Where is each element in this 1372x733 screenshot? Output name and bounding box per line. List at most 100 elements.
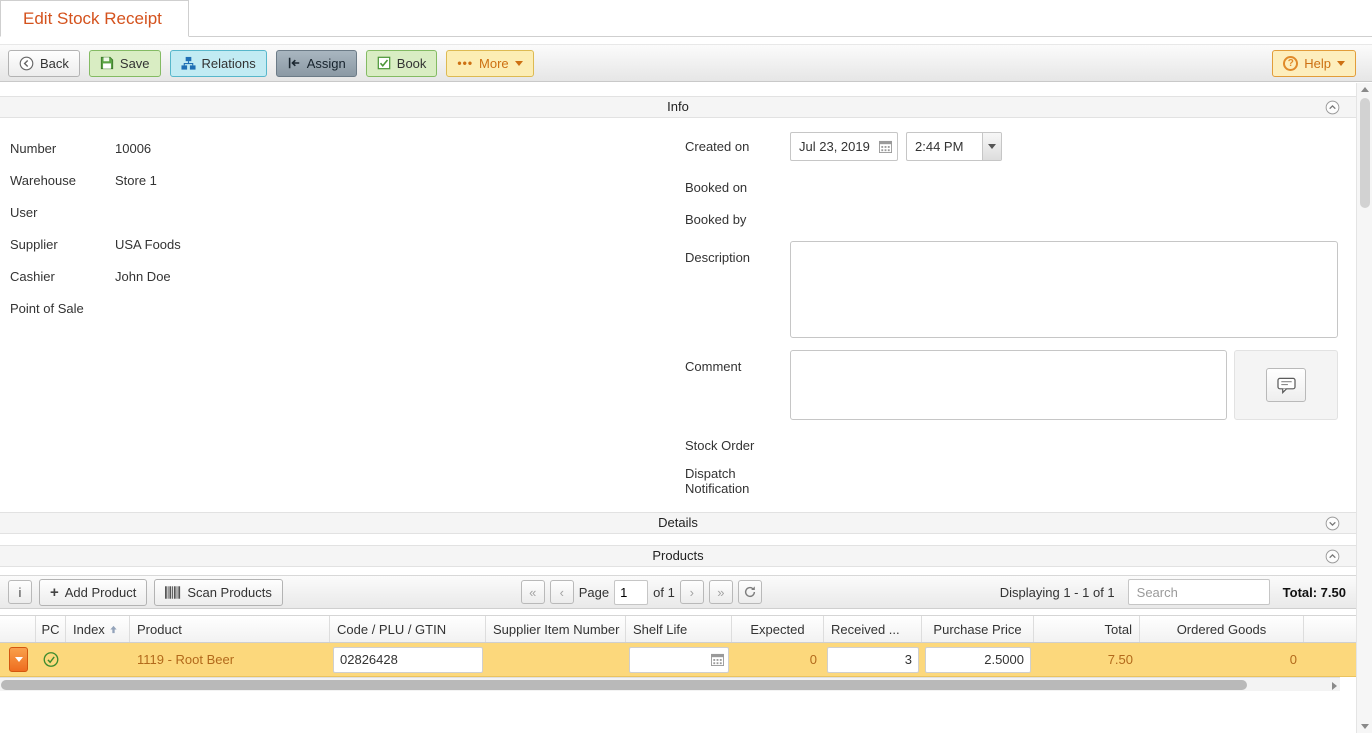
received-quantity-input[interactable]: [827, 647, 919, 673]
next-page-button[interactable]: ›: [680, 580, 704, 604]
calendar-icon[interactable]: [711, 653, 724, 666]
product-row[interactable]: 1119 - Root Beer 0 7.50 0: [0, 643, 1356, 677]
previous-page-button[interactable]: ‹: [550, 580, 574, 604]
created-on-row: Created on Jul 23, 2019 2:44 PM: [685, 132, 1346, 161]
column-header-ordered-goods[interactable]: Ordered Goods: [1140, 616, 1304, 642]
chevron-down-icon: [982, 133, 1001, 160]
check-circle-icon[interactable]: [43, 651, 59, 668]
column-header-index[interactable]: Index: [66, 616, 130, 642]
warehouse-value: Store 1: [115, 173, 157, 188]
info-right-column: Created on Jul 23, 2019 2:44 PM Booked o…: [685, 132, 1346, 512]
column-header-total[interactable]: Total: [1034, 616, 1140, 642]
number-value: 10006: [115, 141, 151, 156]
booked-on-label: Booked on: [685, 180, 790, 195]
horizontal-scrollbar[interactable]: [0, 677, 1340, 691]
purchase-price-input[interactable]: [925, 647, 1031, 673]
tab-edit-stock-receipt[interactable]: Edit Stock Receipt: [0, 0, 189, 37]
comment-label: Comment: [685, 350, 790, 374]
help-icon: ?: [1283, 56, 1298, 71]
more-button[interactable]: ••• More: [446, 50, 533, 77]
column-header-supplier-item-number[interactable]: Supplier Item Number: [486, 616, 626, 642]
last-page-button[interactable]: »: [709, 580, 733, 604]
page-input[interactable]: [614, 580, 648, 605]
cashier-field-row: Cashier John Doe: [10, 260, 685, 292]
shelf-life-input[interactable]: [630, 649, 711, 671]
stock-order-row: Stock Order: [685, 434, 1346, 456]
info-section-header: Info: [0, 96, 1356, 118]
pos-field-row: Point of Sale: [10, 292, 685, 324]
row-filler-cell: [1304, 643, 1356, 676]
created-date-input[interactable]: Jul 23, 2019: [790, 132, 898, 161]
scroll-up-arrow-icon[interactable]: [1361, 87, 1369, 92]
comment-row: Comment: [685, 350, 1346, 420]
book-icon: [377, 56, 391, 70]
column-header-expected[interactable]: Expected: [732, 616, 824, 642]
products-toolbar: i + Add Product Scan Products « ‹ Page o…: [0, 575, 1356, 609]
column-header-pc[interactable]: PC: [36, 616, 66, 642]
add-product-button[interactable]: + Add Product: [39, 579, 147, 606]
column-header-filler: [1304, 616, 1356, 642]
scan-products-button[interactable]: Scan Products: [154, 579, 283, 606]
first-page-button[interactable]: «: [521, 580, 545, 604]
user-field-row: User: [10, 196, 685, 228]
comment-side-panel: [1234, 350, 1338, 420]
comment-textarea[interactable]: [790, 350, 1227, 420]
vertical-scrollbar-thumb[interactable]: [1360, 98, 1370, 208]
point-of-sale-label: Point of Sale: [10, 301, 115, 316]
row-code-cell: [330, 643, 486, 676]
column-header-shelf-life[interactable]: Shelf Life: [626, 616, 732, 642]
help-button[interactable]: ? Help: [1272, 50, 1356, 77]
scroll-down-arrow-icon[interactable]: [1361, 724, 1369, 729]
info-button[interactable]: i: [8, 580, 32, 604]
column-header-received[interactable]: Received ...: [824, 616, 922, 642]
description-textarea[interactable]: [790, 241, 1338, 338]
relations-icon: [181, 56, 196, 71]
column-header-purchase-price[interactable]: Purchase Price: [922, 616, 1034, 642]
warehouse-label: Warehouse: [10, 173, 115, 188]
details-expand-button[interactable]: [1325, 516, 1340, 531]
column-header-code[interactable]: Code / PLU / GTIN: [330, 616, 486, 642]
book-button[interactable]: Book: [366, 50, 438, 77]
info-collapse-button[interactable]: [1325, 100, 1340, 115]
speech-bubble-icon: [1277, 377, 1296, 394]
add-comment-button[interactable]: [1266, 368, 1306, 402]
back-button[interactable]: Back: [8, 50, 80, 77]
chevron-down-icon: [15, 657, 23, 662]
scroll-right-arrow-icon[interactable]: [1332, 682, 1337, 690]
code-input[interactable]: [333, 647, 483, 673]
shelf-life-date-input[interactable]: [629, 647, 729, 673]
relations-button[interactable]: Relations: [170, 50, 267, 77]
horizontal-scrollbar-thumb[interactable]: [1, 680, 1247, 690]
description-label: Description: [685, 241, 790, 265]
assign-button[interactable]: Assign: [276, 50, 357, 77]
chevron-up-circle-icon: [1325, 100, 1340, 115]
created-time-select[interactable]: 2:44 PM: [906, 132, 1002, 161]
refresh-button[interactable]: [738, 580, 762, 604]
refresh-icon: [743, 585, 757, 599]
products-toolbar-right: Displaying 1 - 1 of 1 Total: 7.50: [1000, 579, 1346, 605]
booked-by-label: Booked by: [685, 212, 790, 227]
stock-order-label: Stock Order: [685, 438, 790, 453]
row-expected-cell: 0: [732, 643, 824, 676]
plus-icon: +: [50, 585, 59, 600]
main-toolbar: Back Save Relations Assign Book ••• More…: [0, 44, 1372, 82]
products-collapse-button[interactable]: [1325, 549, 1340, 564]
vertical-scrollbar[interactable]: [1356, 83, 1372, 733]
row-index-cell: [66, 643, 130, 676]
search-input[interactable]: [1128, 579, 1270, 605]
row-expander-button[interactable]: [9, 647, 28, 672]
dispatch-notification-label: Dispatch Notification: [685, 466, 790, 496]
products-table: PC Index Product Code / PLU / GTIN Suppl…: [0, 615, 1356, 691]
save-button[interactable]: Save: [89, 50, 161, 77]
column-header-product[interactable]: Product: [130, 616, 330, 642]
displaying-text: Displaying 1 - 1 of 1: [1000, 585, 1115, 600]
number-label: Number: [10, 141, 115, 156]
save-icon: [100, 56, 114, 70]
row-shelf-life-cell: [626, 643, 732, 676]
tab-strip: Edit Stock Receipt: [0, 0, 1372, 37]
supplier-label: Supplier: [10, 237, 115, 252]
row-total-cell: 7.50: [1034, 643, 1140, 676]
back-icon: [19, 56, 34, 71]
cashier-value: John Doe: [115, 269, 171, 284]
assign-icon: [287, 56, 301, 70]
